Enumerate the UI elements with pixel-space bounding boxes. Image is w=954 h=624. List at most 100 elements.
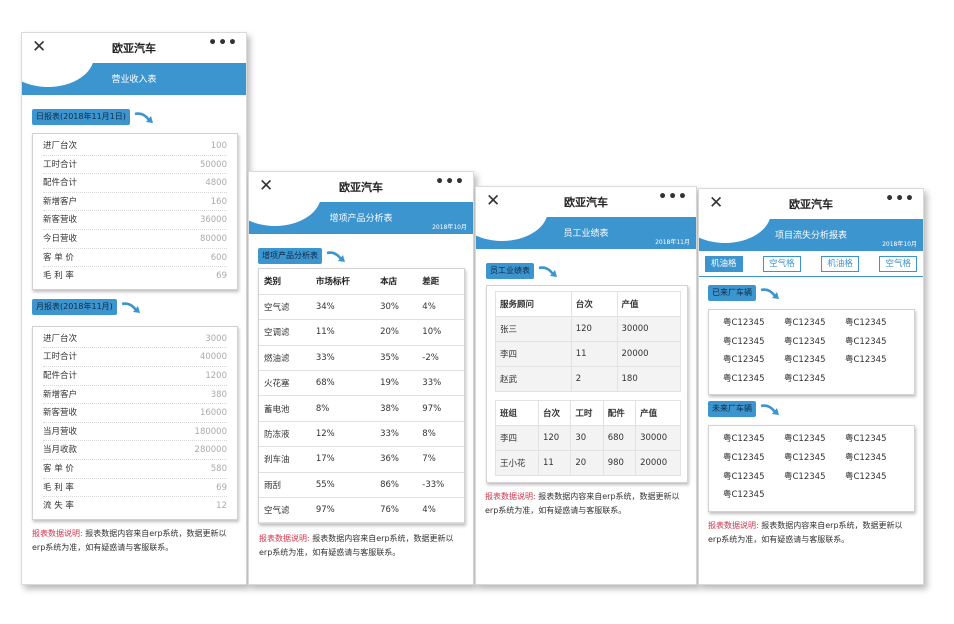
curved-arrow-icon: [760, 288, 779, 299]
table-cell: 34%: [310, 294, 376, 321]
metric-row: 流 失 率 12: [43, 497, 227, 516]
table-cell: 蓄电池: [259, 395, 311, 422]
table-cell: 76%: [375, 497, 418, 524]
table-cell: 12%: [310, 421, 376, 448]
column-header: 班组: [495, 400, 539, 426]
table-cell: 38%: [375, 395, 418, 422]
column-header: 产值: [635, 400, 681, 426]
top-bar: ✕ 欧亚汽车 •••: [699, 189, 923, 219]
plate-number: 粤C12345: [845, 452, 887, 463]
table-row: 雨刮 55% 86% -33%: [259, 472, 464, 499]
metric-label: 客 单 价: [43, 252, 74, 263]
table-header-row: 班组 台次 工时 配件 产值: [495, 400, 681, 426]
more-icon[interactable]: •••: [208, 35, 238, 51]
table-row: 赵武 2 180: [495, 366, 682, 392]
daily-section-header: 日报表(2018年11月1日): [32, 109, 246, 125]
product-analysis-tag: 增项产品分析表: [258, 248, 322, 264]
table-cell: 王小花: [495, 450, 539, 476]
table-cell: 68%: [310, 370, 376, 397]
table-cell: 空气滤: [259, 497, 311, 524]
table-cell: 空气滤: [259, 294, 311, 321]
metric-value: 280000: [194, 445, 227, 456]
table-row: 空调滤 11% 20% 10%: [259, 319, 464, 346]
table-cell: 980: [602, 450, 637, 476]
column-header: 市场标杆: [310, 269, 376, 295]
tab-oil-filter-2[interactable]: 机油格: [821, 255, 859, 272]
table-cell: 30%: [375, 294, 418, 321]
table-cell: 55%: [310, 472, 376, 499]
table-header-row: 类别 市场标杆 本店 差距: [259, 269, 464, 295]
metric-row: 工时合计 50000: [43, 156, 227, 175]
table-cell: 雨刮: [259, 472, 311, 499]
plate-number: 粤C12345: [723, 434, 765, 445]
banner: 营业收入表: [22, 63, 246, 95]
metric-value: 3000: [205, 333, 227, 344]
tab-air-filter[interactable]: 空气格: [763, 255, 801, 272]
metric-label: 进厂台次: [43, 141, 78, 151]
metric-label: 工时合计: [43, 159, 78, 170]
column-header: 服务顾问: [495, 291, 572, 317]
table-cell: 防冻液: [259, 421, 311, 448]
metric-label: 当月收款: [43, 445, 78, 456]
plate-number: 粤C12345: [845, 336, 887, 347]
banner: 项目流失分析报表 2018年10月: [699, 219, 923, 251]
report-note: 报表数据说明: 报表数据内容来自erp系统，数据更新以erp系统为准，如有疑惑请…: [259, 532, 465, 560]
tab-air-filter-2[interactable]: 空气格: [879, 255, 917, 272]
metric-value: 160: [210, 196, 227, 207]
tab-oil-filter[interactable]: 机油格: [705, 255, 743, 272]
plate-number: 粤C12345: [784, 452, 826, 463]
metric-label: 新增客户: [43, 389, 78, 400]
curved-arrow-icon: [760, 404, 779, 416]
phone-staff-performance: ✕ 欧亚汽车 ••• 员工业绩表 2018年11月 员工业绩表 服务顾问 台次 产值…: [475, 186, 697, 585]
table-cell: 20000: [635, 450, 681, 476]
plate-number: 粤C12345: [784, 318, 826, 328]
metric-label: 毛 利 率: [43, 271, 74, 282]
notcame-vehicles-tag: 未来厂车辆: [708, 401, 756, 418]
banner-date: 2018年11月: [655, 239, 690, 246]
banner-date: 2018年10月: [432, 224, 467, 231]
table-cell: 20: [570, 450, 604, 476]
staff-performance-card: 服务顾问 台次 产值 张三 120 30000 李四 11 20000 赵武 2 180 班组 台次 工时…: [486, 285, 688, 483]
more-icon[interactable]: •••: [435, 174, 465, 190]
table-cell: 120: [570, 316, 618, 342]
product-analysis-card: 类别 市场标杆 本店 差距 空气滤 34% 30% 4% 空调滤 11% 20% 10% 燃油滤 33% 3…: [258, 268, 465, 525]
table-cell: -33%: [417, 472, 464, 499]
metric-value: 36000: [199, 215, 227, 226]
top-bar: ✕ 欧亚汽车 •••: [249, 172, 473, 202]
metric-value: 100: [210, 141, 227, 151]
metric-value: 16000: [199, 408, 227, 419]
metric-row: 进厂台次 100: [43, 137, 227, 156]
table-row: 燃油滤 33% 35% -2%: [259, 345, 464, 372]
table-cell: 30: [570, 425, 604, 451]
metric-row: 今日营收 80000: [43, 230, 227, 249]
metric-label: 配件合计: [43, 370, 78, 381]
metric-value: 380: [210, 389, 227, 400]
table-row: 王小花 11 20 980 20000: [495, 450, 681, 476]
plate-number: 粤C12345: [845, 318, 887, 328]
metric-label: 毛 利 率: [43, 482, 74, 493]
report-note: 报表数据说明: 报表数据内容来自erp系统，数据更新以erp系统为准，如有疑惑请…: [32, 527, 238, 555]
plate-number: 粤C12345: [723, 336, 765, 347]
note-label: 报表数据说明:: [32, 528, 83, 538]
table-header-row: 服务顾问 台次 产值: [495, 291, 682, 317]
table-cell: 11%: [310, 319, 376, 346]
metric-row: 客 单 价 600: [43, 249, 227, 268]
metric-value: 69: [216, 482, 227, 493]
monthly-report-card: 进厂台次 3000 工时合计 40000 配件合计 1200 新增客户 380 新客营收 1600…: [32, 325, 238, 520]
section-header: 增项产品分析表: [258, 248, 473, 264]
table-cell: 97%: [310, 497, 376, 524]
curved-arrow-icon: [134, 112, 153, 123]
table-cell: 燃油滤: [259, 345, 311, 372]
table-cell: 680: [602, 425, 637, 451]
column-header: 差距: [417, 269, 464, 295]
plate-number: 粤C12345: [784, 434, 826, 445]
table-cell: 120: [537, 425, 572, 451]
table-cell: 11: [570, 341, 618, 367]
metric-row: 新增客户 380: [43, 386, 227, 405]
more-icon[interactable]: •••: [885, 191, 915, 207]
came-section-header: 已来厂车辆: [708, 285, 923, 301]
more-icon[interactable]: •••: [658, 189, 688, 205]
metric-row: 当月营收 180000: [43, 423, 227, 442]
table-cell: 17%: [310, 446, 376, 473]
table-row: 空气滤 97% 76% 4%: [259, 497, 464, 524]
